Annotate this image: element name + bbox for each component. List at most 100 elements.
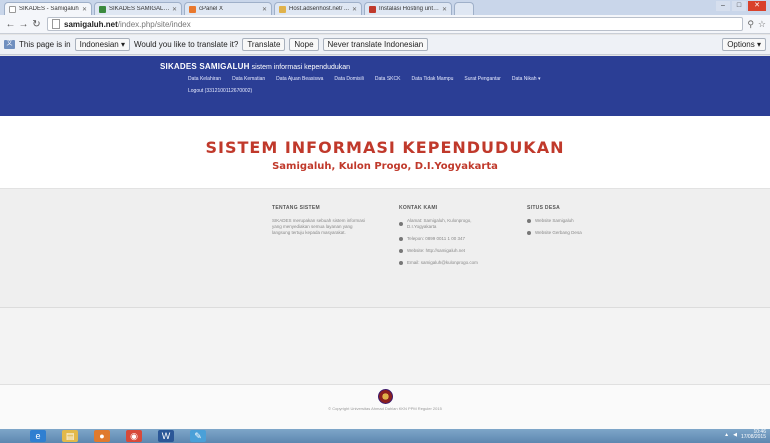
tab-label: cPanel X (199, 6, 224, 12)
translate-bar: 文 This page is in Indonesian ▾ Would you… (0, 35, 770, 55)
firefox-icon[interactable]: ● (94, 430, 110, 442)
globe-icon (527, 219, 531, 223)
site-menu: Data Kelahiran Data Kematian Data Ajuan … (160, 76, 770, 82)
options-button[interactable]: Options ▾ (722, 38, 766, 51)
web-page: SIKADES SAMIGALUH sistem informasi kepen… (0, 56, 770, 429)
contact-address-text: Alamat: Samigaluh, Kulonprogo, D.I.Yogya… (407, 218, 472, 229)
menu-item-beasiswa[interactable]: Data Ajuan Beasiswa (276, 76, 323, 82)
site-icon (99, 5, 106, 13)
gmail-icon (369, 5, 376, 13)
page-icon (9, 5, 16, 13)
windows-taskbar: e ▤ ● ◉ W ✎ ▲ ◀ 10:46 17/08/2015 (0, 429, 770, 443)
menu-item-kelahiran[interactable]: Data Kelahiran (188, 76, 221, 82)
menu-item-surat-pengantar[interactable]: Surat Pengantar (464, 76, 500, 82)
close-icon[interactable]: ✕ (352, 6, 357, 13)
tab-label: SIKADES - Samigaluh (19, 6, 79, 12)
paint-icon[interactable]: ✎ (190, 430, 206, 442)
menu-item-kematian[interactable]: Data Kematian (232, 76, 265, 82)
address-bar: ← → ↻ samigaluh.net /index.php/site/inde… (0, 15, 770, 34)
new-tab-button[interactable] (454, 2, 474, 15)
envelope-icon (399, 261, 403, 265)
site-footer: © Copyright Universitas Ahmad Dahlan KKN… (0, 384, 770, 429)
phone-icon (399, 237, 403, 241)
system-tray: ▲ ◀ 10:46 17/08/2015 (724, 430, 766, 440)
site-icon (279, 5, 286, 13)
tab-label: Host.adsenhost.net/ ... (289, 6, 350, 12)
globe-icon (527, 231, 531, 235)
close-icon[interactable]: ✕ (82, 6, 87, 13)
window-controls: – □ ✕ (716, 1, 766, 11)
menu-item-tidak-mampu[interactable]: Data Tidak Mampu (411, 76, 453, 82)
menu-item-domisili[interactable]: Data Domisili (334, 76, 363, 82)
contact-email: Email: samigaluh@kulonprogo.com (399, 260, 499, 266)
word-icon[interactable]: W (158, 430, 174, 442)
url-host: samigaluh.net (64, 19, 118, 29)
tab-label: Instalasi Hosting untuk di... (379, 6, 440, 12)
maximize-icon[interactable]: □ (732, 1, 746, 11)
bookmark-star-icon[interactable]: ☆ (758, 19, 766, 30)
close-window-icon[interactable]: ✕ (748, 1, 766, 11)
internet-explorer-icon[interactable]: e (30, 430, 46, 442)
translate-button[interactable]: Translate (242, 38, 286, 51)
about-text: SIKADES merupakan sebuah sistem informas… (272, 218, 366, 235)
about-heading: TENTANG SISTEM (272, 205, 320, 211)
contact-column: KONTAK KAMI Alamat: Samigaluh, Kulonprog… (399, 205, 499, 272)
contact-phone: Telepon: 0899 0011 1 00 347 (399, 236, 499, 242)
clock-date: 17/08/2015 (740, 434, 766, 440)
minimize-icon[interactable]: – (716, 1, 730, 11)
brand-tagline: sistem informasi kependudukan (251, 64, 351, 71)
sites-heading: SITUS DESA (527, 205, 561, 211)
chrome-icon[interactable]: ◉ (126, 430, 142, 442)
university-logo-icon (377, 389, 393, 404)
hero: SISTEM INFORMASI KEPENDUDUKAN Samigaluh,… (0, 116, 770, 188)
menu-item-nikah[interactable]: Data Nikah ▾ (512, 76, 541, 82)
contact-heading: KONTAK KAMI (399, 205, 438, 211)
close-icon[interactable]: ✕ (262, 6, 267, 13)
language-select[interactable]: Indonesian ▾ (74, 38, 130, 51)
site-brand[interactable]: SIKADES SAMIGALUH sistem informasi kepen… (160, 56, 770, 71)
logout-link[interactable]: Logout (3312100112670002) (160, 88, 770, 94)
translate-prefix: This page is in (19, 40, 71, 49)
close-icon[interactable]: ✕ (172, 6, 177, 13)
contact-phone-text: Telepon: 0899 0011 1 00 347 (407, 236, 465, 241)
browser-tab[interactable]: Host.adsenhost.net/ ... ✕ (274, 2, 362, 15)
site-link[interactable]: Website Gerbang Desa (527, 230, 627, 236)
page-title: SISTEM INFORMASI KEPENDUDUKAN (205, 138, 565, 157)
map-marker-icon (399, 222, 403, 226)
reload-icon[interactable]: ↻ (30, 19, 43, 30)
contact-address: Alamat: Samigaluh, Kulonprogo, D.I.Yogya… (399, 218, 499, 230)
contact-website: Website: http://samigaluh.net (399, 248, 499, 254)
site-link[interactable]: Website Samigaluh (527, 218, 627, 224)
volume-icon[interactable]: ◀ (733, 432, 737, 438)
browser-tab[interactable]: cPanel X ✕ (184, 2, 272, 15)
nope-button[interactable]: Nope (289, 38, 319, 51)
cpanel-icon (189, 5, 196, 13)
browser-tab[interactable]: SIKADES - Samigaluh ✕ (4, 2, 92, 15)
folder-icon[interactable]: ▤ (62, 430, 78, 442)
translate-question: Would you like to translate it? (133, 40, 239, 49)
contact-website-text[interactable]: Website: http://samigaluh.net (407, 248, 465, 254)
site-link-label: Website Gerbang Desa (535, 230, 582, 235)
menu-item-skck[interactable]: Data SKCK (375, 76, 401, 82)
brand-name: SIKADES SAMIGALUH (160, 62, 250, 71)
close-icon[interactable]: ✕ (442, 6, 447, 13)
forward-icon[interactable]: → (17, 19, 30, 30)
browser-tab[interactable]: SIKADES SAMIGALUH ✕ (94, 2, 182, 15)
url-input[interactable]: samigaluh.net /index.php/site/index (47, 17, 744, 31)
clock[interactable]: 10:46 17/08/2015 (741, 430, 766, 440)
site-link-label: Website Samigaluh (535, 218, 574, 223)
translate-icon: 文 (4, 40, 15, 49)
never-translate-button[interactable]: Never translate Indonesian (322, 38, 429, 51)
tab-strip: SIKADES - Samigaluh ✕ SIKADES SAMIGALUH … (0, 0, 770, 15)
contact-email-text[interactable]: Email: samigaluh@kulonprogo.com (407, 260, 478, 266)
url-path: /index.php/site/index (117, 19, 191, 29)
site-navbar: SIKADES SAMIGALUH sistem informasi kepen… (0, 56, 770, 116)
page-subtitle: Samigaluh, Kulon Progo, D.I.Yogyakarta (272, 161, 498, 172)
about-column: TENTANG SISTEM SIKADES merupakan sebuah … (272, 205, 372, 236)
browser-tab[interactable]: Instalasi Hosting untuk di... ✕ (364, 2, 452, 15)
info-section: TENTANG SISTEM SIKADES merupakan sebuah … (0, 188, 770, 308)
sites-column: SITUS DESA Website Samigaluh Website Ger… (527, 205, 627, 242)
back-icon[interactable]: ← (4, 19, 17, 30)
network-icon[interactable]: ▲ (724, 432, 729, 438)
search-icon[interactable]: ⚲ (747, 19, 754, 30)
